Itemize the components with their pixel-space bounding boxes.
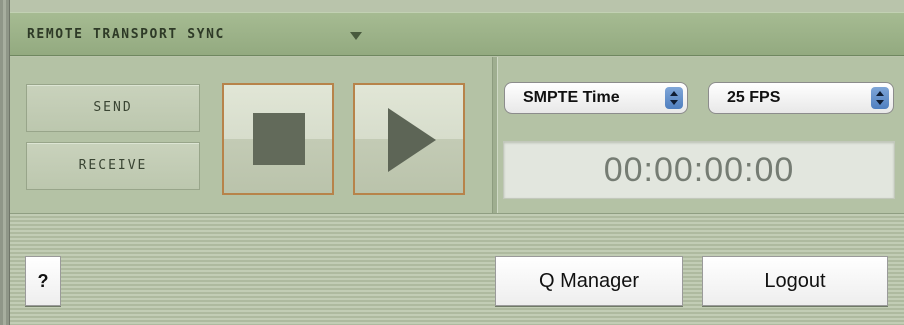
fps-select-value: 25 FPS <box>727 89 781 106</box>
section-divider <box>492 57 498 213</box>
help-button[interactable]: ? <box>25 256 61 306</box>
updown-arrows-icon <box>871 87 889 109</box>
timecode-display: 00:00:00:00 <box>503 141 895 199</box>
transport-controls: SEND RECEIVE SMPTE Time 25 FPS 00:00:00:… <box>10 57 904 213</box>
play-icon <box>388 108 436 172</box>
stop-icon <box>253 113 305 165</box>
triangle-down-icon[interactable] <box>350 32 362 40</box>
logout-button[interactable]: Logout <box>702 256 888 306</box>
stop-button[interactable] <box>222 83 334 195</box>
receive-button[interactable]: RECEIVE <box>26 142 200 190</box>
window-edge <box>0 0 10 325</box>
panel-header[interactable]: REMOTE TRANSPORT SYNC <box>10 12 904 56</box>
timebase-select-value: SMPTE Time <box>523 89 620 106</box>
fps-select[interactable]: 25 FPS <box>708 82 894 114</box>
send-button[interactable]: SEND <box>26 84 200 132</box>
footer-bar: ? Q Manager Logout <box>10 213 904 325</box>
play-button[interactable] <box>353 83 465 195</box>
panel-title: REMOTE TRANSPORT SYNC <box>27 27 225 42</box>
timebase-select[interactable]: SMPTE Time <box>504 82 688 114</box>
remote-transport-panel: REMOTE TRANSPORT SYNC SEND RECEIVE SMPTE… <box>0 0 904 325</box>
q-manager-button[interactable]: Q Manager <box>495 256 683 306</box>
updown-arrows-icon <box>665 87 683 109</box>
